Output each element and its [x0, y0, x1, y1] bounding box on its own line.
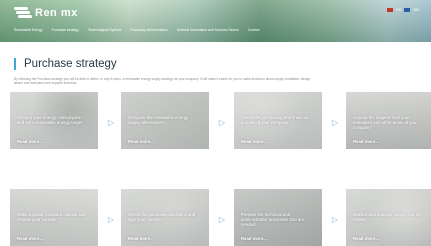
step-card[interactable]: Acquire the support from your managers a… — [346, 92, 431, 149]
step-text: Analyze your energy consumption and set … — [17, 115, 83, 126]
language-es[interactable]: ES — [396, 7, 401, 12]
arrow-right-icon: ▷ — [331, 118, 339, 127]
read-more-link[interactable]: Read more... — [353, 236, 379, 241]
step-text: Check the purchasing and financial polic… — [241, 115, 308, 126]
title-accent-bar — [14, 58, 16, 70]
step-card[interactable]: Check the purchase conditions and sign y… — [121, 189, 209, 246]
arrow-right-icon: ▷ — [107, 118, 115, 127]
header-banner: Ren mx ES EN Renewable Energy Purchase s… — [0, 0, 431, 42]
step-card[interactable]: Prepare the technical and administrative… — [234, 189, 322, 246]
flag-icon[interactable] — [404, 7, 411, 12]
page-title-block: Purchase strategy — [14, 58, 117, 70]
step-text: Make a quote, compare options and choose… — [17, 212, 86, 223]
step-text: Compare the renewable energy supply alte… — [128, 115, 189, 126]
step-card[interactable]: Analyze your energy consumption and set … — [10, 92, 98, 149]
read-more-link[interactable]: Read more... — [128, 236, 154, 241]
flag-icon[interactable] — [387, 7, 394, 12]
step-card[interactable]: Make a quote, compare options and choose… — [10, 189, 98, 246]
page-title: Purchase strategy — [24, 58, 117, 70]
read-more-link[interactable]: Read more... — [353, 139, 379, 144]
read-more-link[interactable]: Read more... — [17, 236, 43, 241]
logo[interactable]: Ren mx — [14, 5, 78, 21]
nav-item[interactable]: Renewable Energy — [14, 28, 43, 32]
step-text: Check the purchase conditions and sign y… — [128, 212, 196, 223]
nav-item[interactable]: Financing and Incentives — [130, 28, 168, 32]
step-text: Prepare the technical and administrative… — [241, 212, 305, 228]
read-more-link[interactable]: Read more... — [17, 139, 43, 144]
read-more-link[interactable]: Read more... — [241, 236, 267, 241]
read-more-link[interactable]: Read more... — [128, 139, 154, 144]
language-en[interactable]: EN — [413, 7, 419, 12]
step-card[interactable]: Check the purchasing and financial polic… — [234, 92, 322, 149]
intro-text: By following the Purchase strategy you w… — [14, 77, 311, 86]
logo-icon — [14, 7, 32, 19]
main-nav: Renewable Energy Purchase strategy Techn… — [14, 28, 260, 32]
arrow-right-icon: ▷ — [218, 215, 226, 224]
step-card[interactable]: Compare the renewable energy supply alte… — [121, 92, 209, 149]
nav-item[interactable]: Sectoral Information and Success Stories — [177, 28, 239, 32]
logo-text: Ren mx — [35, 7, 78, 19]
arrow-right-icon: ▷ — [331, 215, 339, 224]
arrow-right-icon: ▷ — [107, 215, 115, 224]
step-text: Acquire the support from your managers a… — [353, 115, 418, 131]
arrow-right-icon: ▷ — [218, 118, 226, 127]
language-switcher: ES EN — [387, 7, 419, 12]
step-card[interactable]: Monitor and manage supply and its result… — [346, 189, 431, 246]
nav-item[interactable]: Contact — [248, 28, 260, 32]
nav-item[interactable]: Purchase strategy — [52, 28, 79, 32]
step-text: Monitor and manage supply and its result… — [353, 212, 420, 223]
nav-item[interactable]: Technological Options — [88, 28, 121, 32]
read-more-link[interactable]: Read more... — [241, 139, 267, 144]
